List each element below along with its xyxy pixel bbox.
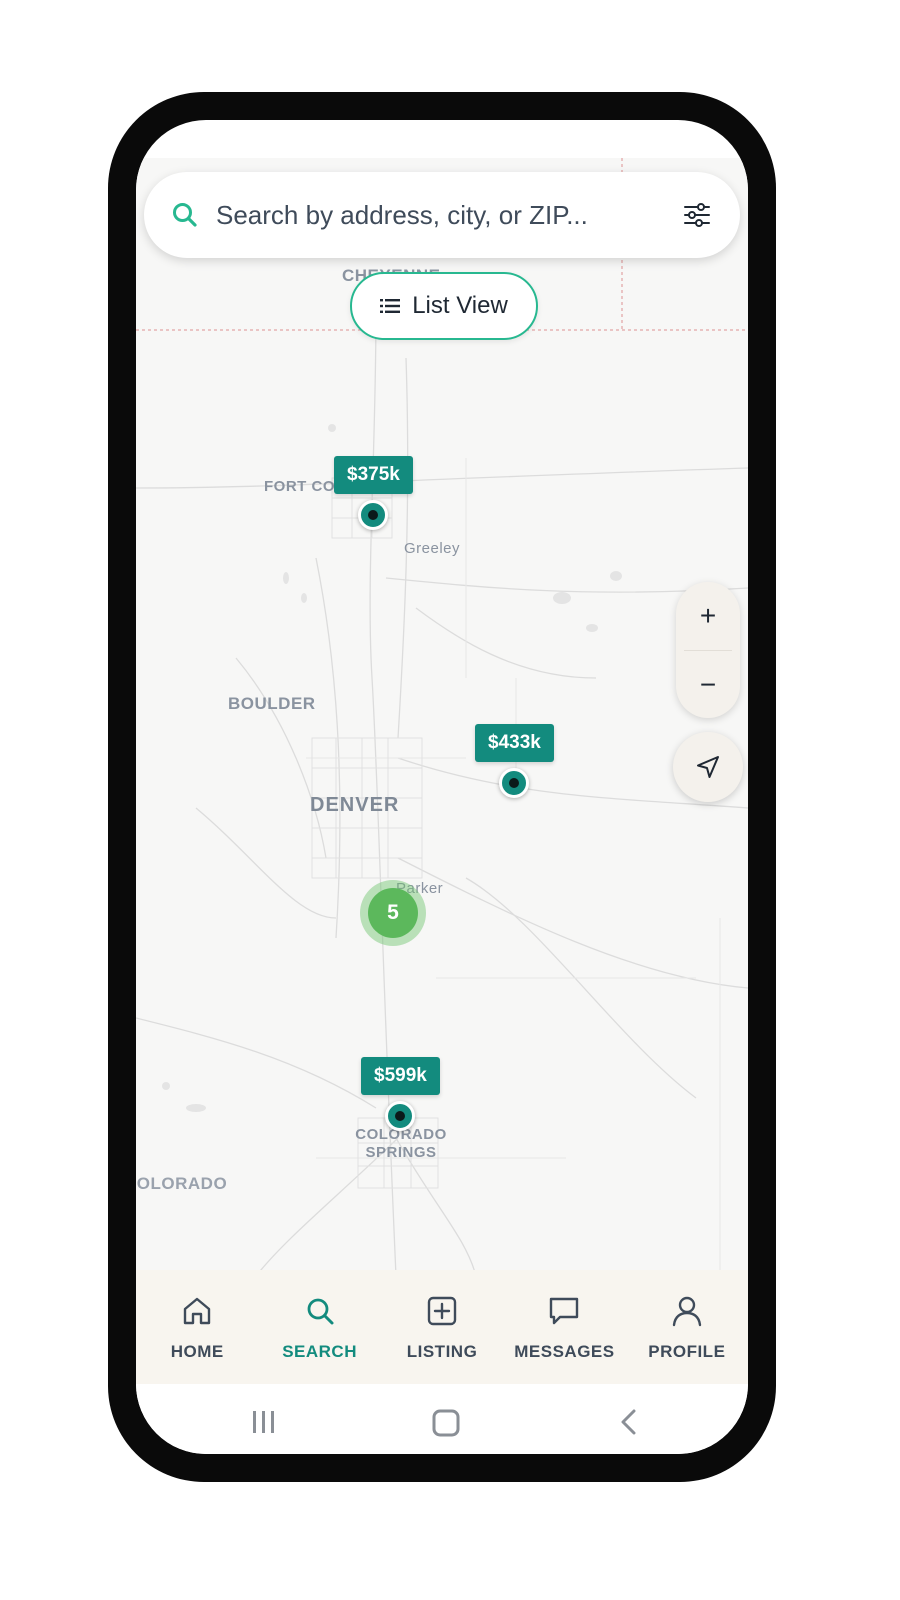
system-navigation-bar [136,1384,748,1454]
pin-dot [395,1111,405,1121]
search-icon [170,200,200,230]
listing-cluster[interactable]: 5 [368,888,418,938]
tab-messages-label: MESSAGES [514,1342,615,1361]
tab-search-label: SEARCH [282,1342,357,1361]
place-label-colorado-state: COLORADO [136,1174,228,1193]
place-label-greeley: Greeley [404,540,461,557]
place-label-boulder: BOULDER [228,694,316,713]
place-label-colorado-springs-line2: SPRINGS [365,1144,437,1161]
tab-home[interactable]: HOME [136,1270,258,1384]
bottom-tab-bar: HOME SEARCH LISTING MESSAGES PROFILE [136,1270,748,1384]
zoom-in-button[interactable]: + [676,582,740,650]
search-bar[interactable]: Search by address, city, or ZIP... [144,172,740,258]
price-marker-599k[interactable]: $599k [361,1057,440,1095]
place-label-colorado-springs: COLORADO SPRINGS [346,1126,456,1162]
sliders-icon[interactable] [682,200,712,230]
tab-search[interactable]: SEARCH [258,1270,380,1384]
screen: CHEYENNE FORT COLLINS Greeley BOULDER DE… [136,120,748,1454]
zoom-controls: + − [676,582,740,718]
tab-listing-label: LISTING [406,1342,478,1361]
search-input[interactable]: Search by address, city, or ZIP... [216,200,682,231]
list-view-button[interactable]: List View [350,272,538,340]
back-icon[interactable] [621,1409,636,1435]
tab-profile[interactable]: PROFILE [626,1270,748,1384]
tab-profile-label: PROFILE [648,1342,726,1361]
listing-pin[interactable] [358,500,388,530]
pin-dot [509,778,519,788]
search-icon [307,1298,334,1325]
listing-pin[interactable] [499,768,529,798]
locate-button[interactable] [673,732,743,802]
recents-icon[interactable] [253,1411,274,1433]
place-label-denver: DENVER [310,794,400,816]
listing-pin[interactable] [385,1101,415,1131]
price-marker-433k[interactable]: $433k [475,724,554,762]
tab-listing[interactable]: LISTING [381,1270,503,1384]
list-view-label: List View [412,292,508,319]
tab-home-label: HOME [170,1342,224,1361]
message-icon [550,1297,579,1325]
user-icon [672,1296,702,1327]
tab-messages[interactable]: MESSAGES [503,1270,625,1384]
navigation-arrow-icon [697,756,719,778]
pin-dot [368,510,378,520]
home-icon [184,1297,211,1325]
price-marker-375k[interactable]: $375k [334,456,413,494]
plus-square-icon [427,1296,457,1326]
home-button-icon[interactable] [432,1409,460,1437]
list-icon [380,299,401,313]
zoom-out-button[interactable]: − [676,651,740,719]
phone-frame: CHEYENNE FORT COLLINS Greeley BOULDER DE… [108,92,776,1482]
